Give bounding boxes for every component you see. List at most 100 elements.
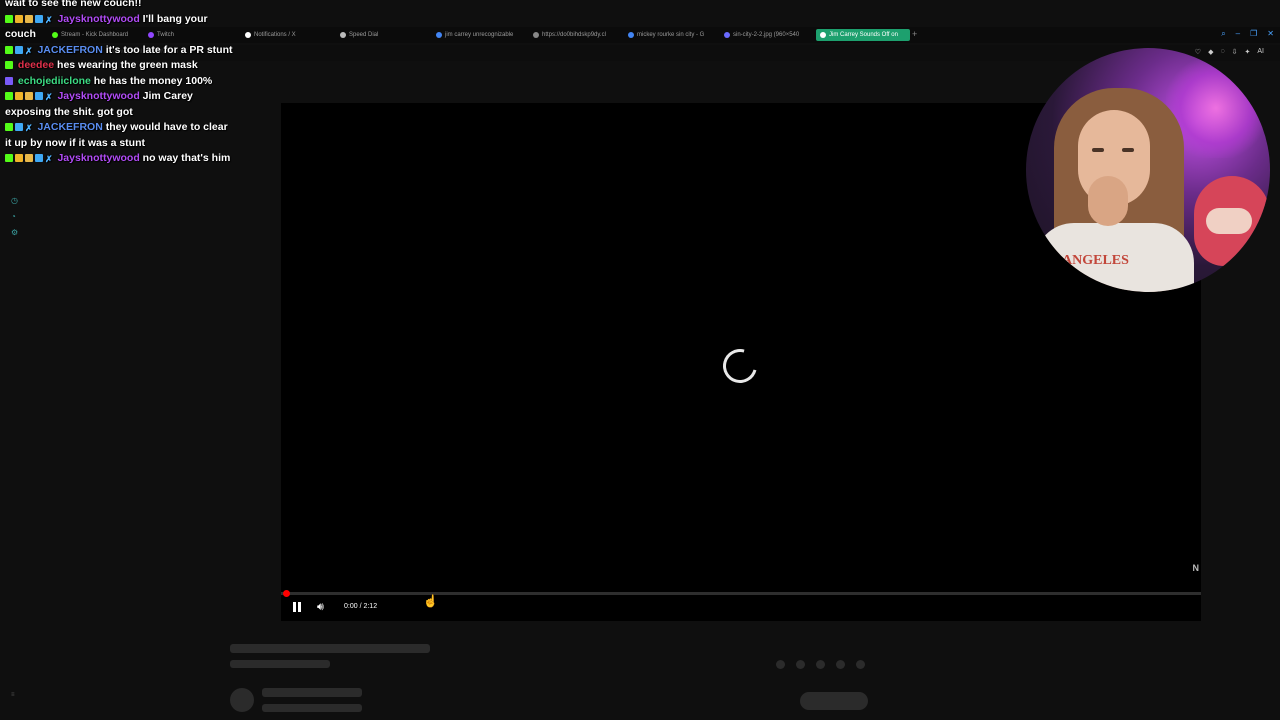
tab-label: sin-city-2-2.jpg (960×540 — [733, 32, 800, 38]
chat-username[interactable]: Jaysknottywood — [57, 90, 139, 102]
kick-badge-icon — [5, 14, 13, 23]
gift-badge-icon — [25, 14, 33, 23]
scrubber-handle[interactable] — [283, 590, 290, 597]
verified-badge-icon: ✗ — [45, 154, 53, 164]
chat-message: echojediiclone he has the money 100% — [5, 74, 233, 90]
shirt-logo: ANGELES — [1062, 253, 1129, 268]
chat-username[interactable]: Jaysknottywood — [57, 13, 139, 25]
chat-username[interactable]: Jaysknottywood — [57, 152, 139, 164]
ai-button[interactable]: AI — [1257, 48, 1264, 56]
google-icon — [628, 32, 634, 38]
streamer-webcam: ANGELES — [1026, 48, 1270, 292]
gift-badge-icon — [25, 154, 33, 162]
action-skeleton — [836, 660, 845, 669]
avatar-skeleton — [230, 688, 254, 712]
kick-badge-icon — [5, 45, 13, 54]
kick-badge-icon — [5, 123, 13, 131]
subscriber-skeleton — [262, 704, 362, 712]
subtitle-skeleton — [230, 660, 330, 668]
tab-google-search-jim-carrey[interactable]: jim carrey unrecognizable — [436, 29, 520, 41]
chat-icon[interactable]: ◌ — [1220, 48, 1224, 56]
title-skeleton — [230, 644, 430, 653]
tab-label: mickey rourke sin city - G — [637, 32, 705, 38]
channel-name-skeleton — [262, 688, 362, 697]
tab-label: Speed Dial — [349, 32, 379, 38]
chat-text: he has the money 100% — [93, 74, 213, 87]
verified-badge-icon: ✗ — [25, 123, 33, 133]
gem-badge-icon — [15, 45, 23, 54]
chat-username[interactable]: JACKEFRON — [37, 121, 102, 133]
tab-label: Notifications / X — [254, 32, 296, 38]
chat-message: wait to see the new couch!! — [5, 0, 233, 12]
kick-badge-icon — [5, 154, 13, 162]
speed-dial-icon — [340, 32, 346, 38]
streamer-hand — [1088, 176, 1128, 226]
chat-message: ✗ Jaysknottywood no way that's him — [5, 151, 233, 167]
chat-username[interactable]: echojediiclone — [18, 75, 91, 87]
duration: 2:12 — [363, 603, 378, 610]
messages-icon[interactable]: ◔ — [11, 212, 16, 221]
verified-badge-icon: ✗ — [25, 45, 33, 56]
channel-watermark[interactable]: N — [1193, 563, 1200, 573]
action-skeleton — [856, 660, 865, 669]
chat-text: no way that's him — [142, 152, 231, 164]
youtube-icon — [820, 32, 826, 38]
tab-label: https://do0bihdskp9dy.cl — [542, 32, 606, 38]
action-skeleton — [776, 660, 785, 669]
chat-text: it's too late for a PR stunt — [105, 43, 233, 56]
image-icon — [724, 32, 730, 38]
window-controls: ⌕ – ❐ ✕ — [1221, 29, 1274, 39]
current-time: 0:00 — [344, 603, 358, 610]
sidebar-toggle-icon[interactable]: ≡ — [11, 692, 15, 698]
history-icon[interactable]: ◷ — [11, 196, 18, 205]
tab-sin-city-image[interactable]: sin-city-2-2.jpg (960×540 — [724, 29, 808, 41]
action-skeleton — [796, 660, 805, 669]
extension-icons: ♡ ◆ ◌ ⇩ ✦ AI — [1195, 48, 1264, 56]
pause-icon[interactable] — [292, 602, 302, 612]
bookmark-icon[interactable]: ♡ — [1195, 48, 1201, 56]
diamond-icon[interactable]: ◆ — [1208, 48, 1213, 56]
search-icon[interactable]: ⌕ — [1221, 29, 1225, 39]
settings-icon[interactable]: ⚙ — [11, 228, 18, 237]
action-skeleton — [816, 660, 825, 669]
tab-x-notifications[interactable]: Notifications / X — [245, 29, 335, 41]
hand-cursor-icon: ☝ — [423, 594, 438, 608]
new-tab-button[interactable]: + — [912, 29, 917, 39]
minimize-icon[interactable]: – — [1236, 29, 1240, 39]
gem-badge-icon — [15, 123, 23, 131]
maximize-icon[interactable]: ❐ — [1250, 29, 1257, 39]
chat-message: deedee hes wearing the green mask — [5, 58, 233, 74]
chat-message: ✗ JACKEFRON they would have to clear it … — [5, 120, 233, 151]
verified-badge-icon: ✗ — [45, 14, 53, 25]
crown-badge-icon — [15, 154, 23, 162]
close-icon[interactable]: ✕ — [1267, 29, 1274, 39]
gem-badge-icon — [35, 154, 43, 162]
twitch-badge-icon — [5, 76, 13, 85]
eye — [1122, 148, 1134, 152]
volume-icon[interactable]: 🔊︎ — [317, 601, 324, 614]
tab-google-search-mickey-rourke[interactable]: mickey rourke sin city - G — [628, 29, 712, 41]
gem-badge-icon — [35, 92, 43, 100]
extensions-icon[interactable]: ✦ — [1245, 48, 1251, 56]
tab-image-url[interactable]: https://do0bihdskp9dy.cl — [533, 29, 616, 41]
time-display: 0:00 / 2:12 — [344, 603, 377, 610]
chat-message: ✗ Jaysknottywood Jim Carey exposing the … — [5, 89, 233, 120]
progress-bar[interactable] — [281, 592, 1201, 595]
plush-face — [1206, 208, 1252, 234]
chat-username[interactable]: JACKEFRON — [37, 44, 102, 56]
chat-username[interactable]: deedee — [18, 59, 54, 71]
tab-youtube-active[interactable]: Jim Carrey Sounds Off on — [816, 29, 910, 41]
google-icon — [436, 32, 442, 38]
tab-speed-dial[interactable]: Speed Dial — [340, 29, 430, 41]
crown-badge-icon — [15, 92, 23, 100]
stream-chat-overlay: wait to see the new couch!! ✗ Jaysknotty… — [5, 0, 233, 167]
verified-badge-icon: ✗ — [45, 92, 53, 102]
gem-badge-icon — [35, 14, 43, 23]
chat-message: ✗ Jaysknottywood I'll bang your couch — [5, 12, 233, 43]
chat-text: hes wearing the green mask — [57, 59, 198, 71]
chat-text: wait to see the new couch!! — [5, 0, 142, 9]
kick-badge-icon — [5, 92, 13, 100]
subscribe-button-skeleton — [800, 692, 868, 710]
download-icon[interactable]: ⇩ — [1232, 48, 1238, 56]
chat-message: ✗ JACKEFRON it's too late for a PR stunt — [5, 43, 233, 59]
